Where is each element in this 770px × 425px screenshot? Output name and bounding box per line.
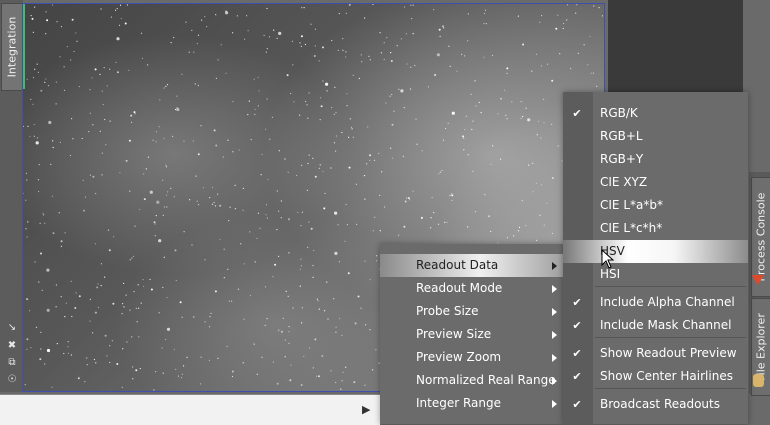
submenu-item-label: CIE XYZ: [600, 171, 647, 194]
submenu-item-label: Show Readout Preview: [600, 342, 737, 365]
mouse-cursor-icon: [601, 249, 615, 271]
readout-data-submenu: ✔ RGB/KRGB+LRGB+YCIE XYZCIE L*a*b*CIE L*c…: [563, 92, 748, 424]
context-menu-item[interactable]: Preview Size: [380, 323, 563, 346]
pin-icon[interactable]: ☉: [6, 374, 18, 386]
submenu-item-label: Show Center Hairlines: [600, 365, 733, 388]
submenu-arrow-icon: [552, 285, 557, 293]
checkmark-icon: ✔: [571, 393, 583, 416]
submenu-item-label: CIE L*a*b*: [600, 194, 663, 217]
file-explorer-icon: [753, 374, 764, 387]
checkmark-icon: ✔: [571, 342, 583, 365]
submenu-arrow-icon: [552, 354, 557, 362]
context-menu-item-label: Readout Data: [416, 254, 498, 277]
menu-separator: [595, 388, 746, 389]
submenu-item-label: Include Alpha Channel: [600, 291, 735, 314]
integration-tab-label: Integration: [6, 17, 19, 78]
shrink-icon[interactable]: ↘: [6, 322, 18, 334]
context-menu-item[interactable]: Preview Zoom: [380, 346, 563, 369]
context-menu: Readout DataReadout ModeProbe SizePrevie…: [380, 244, 563, 424]
submenu-item-label: RGB/K: [600, 102, 638, 125]
submenu-item[interactable]: HSV: [563, 240, 748, 263]
context-menu-item[interactable]: Readout Mode: [380, 277, 563, 300]
context-menu-item-label: Normalized Real Range: [416, 369, 556, 392]
submenu-item[interactable]: ✔ Show Readout Preview: [563, 342, 748, 365]
submenu-arrow-icon: [552, 331, 557, 339]
submenu-item-label: RGB+Y: [600, 148, 643, 171]
checkmark-icon: ✔: [571, 102, 583, 125]
submenu-item[interactable]: CIE L*a*b*: [563, 194, 748, 217]
integration-tab[interactable]: Integration: [1, 3, 22, 91]
context-menu-item-label: Readout Mode: [416, 277, 502, 300]
dark-panel: [608, 0, 743, 92]
process-console-tab-label: Process Console: [755, 193, 768, 282]
context-menu-item-label: Preview Zoom: [416, 346, 501, 369]
submenu-item[interactable]: CIE L*c*h*: [563, 217, 748, 240]
file-explorer-tab-label: File Explorer: [755, 313, 768, 381]
submenu-item[interactable]: ✔ Include Alpha Channel: [563, 291, 748, 314]
menu-separator: [595, 337, 746, 338]
submenu-arrow-icon: [552, 308, 557, 316]
context-menu-item[interactable]: Readout Data: [380, 254, 563, 277]
submenu-item[interactable]: RGB+L: [563, 125, 748, 148]
submenu-arrow-icon: [552, 400, 557, 408]
submenu-arrow-icon: [552, 377, 557, 385]
expand-icon[interactable]: ✖: [6, 340, 18, 352]
submenu-item[interactable]: ✔ RGB/K: [563, 102, 748, 125]
menu-separator: [595, 286, 746, 287]
submenu-item[interactable]: ✔ Show Center Hairlines: [563, 365, 748, 388]
play-icon[interactable]: ▶: [362, 403, 372, 415]
submenu-item[interactable]: RGB+Y: [563, 148, 748, 171]
context-menu-item[interactable]: Normalized Real Range: [380, 369, 563, 392]
context-menu-item-label: Probe Size: [416, 300, 478, 323]
submenu-item-label: Include Mask Channel: [600, 314, 731, 337]
context-menu-item[interactable]: Integer Range: [380, 392, 563, 415]
submenu-item-label: RGB+L: [600, 125, 643, 148]
checkmark-icon: ✔: [571, 365, 583, 388]
checkmark-icon: ✔: [571, 314, 583, 337]
context-menu-item-label: Preview Size: [416, 323, 491, 346]
submenu-item[interactable]: ✔ Broadcast Readouts: [563, 393, 748, 416]
left-dock-strip: Integration ↘ ✖ ⧉ ☉: [0, 0, 23, 392]
context-menu-item-label: Integer Range: [416, 392, 501, 415]
context-menu-item[interactable]: Probe Size: [380, 300, 563, 323]
submenu-arrow-icon: [552, 262, 557, 270]
submenu-item[interactable]: HSI: [563, 263, 748, 286]
submenu-item[interactable]: ✔ Include Mask Channel: [563, 314, 748, 337]
float-icon[interactable]: ⧉: [6, 357, 18, 369]
submenu-item-label: CIE L*c*h*: [600, 217, 662, 240]
submenu-item[interactable]: CIE XYZ: [563, 171, 748, 194]
checkmark-icon: ✔: [571, 291, 583, 314]
bottom-input-bar[interactable]: ▶: [0, 394, 380, 425]
submenu-item-label: Broadcast Readouts: [600, 393, 720, 416]
process-console-icon: [752, 275, 764, 285]
